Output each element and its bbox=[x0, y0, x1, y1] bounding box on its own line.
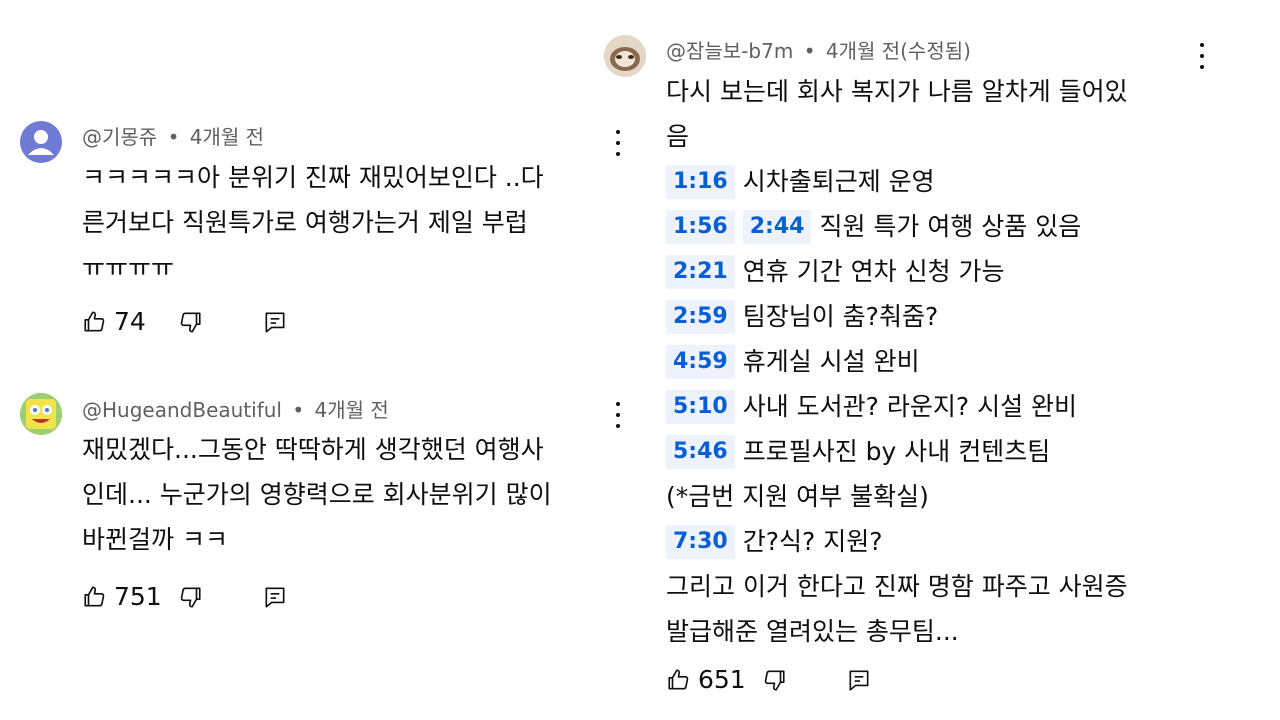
comment-line: ㅠㅠㅠㅠ bbox=[82, 253, 175, 282]
sloth-photo-icon bbox=[604, 35, 646, 77]
timestamp-line: 2:59 팀장님이 춤?춰줌? bbox=[666, 294, 1226, 339]
thumb-down-icon bbox=[764, 670, 785, 691]
timestamp-link[interactable]: 1:56 bbox=[666, 209, 735, 244]
timestamp-text: 휴게실 시설 완비 bbox=[742, 347, 920, 376]
timestamp-link[interactable]: 5:46 bbox=[666, 434, 735, 469]
reply-button[interactable] bbox=[262, 584, 288, 610]
comment-meta: @기몽쥬 • 4개월 전 bbox=[82, 123, 264, 151]
timestamp-link[interactable]: 5:10 bbox=[666, 389, 735, 424]
comment-actions: 74 bbox=[82, 302, 302, 342]
avatar[interactable] bbox=[604, 35, 646, 77]
timestamp-line: 5:10 사내 도서관? 라운지? 시설 완비 bbox=[666, 384, 1226, 429]
comment-time[interactable]: 4개월 전(수정됨) bbox=[826, 39, 971, 63]
timestamp-link[interactable]: 7:30 bbox=[666, 524, 735, 559]
comment-line: (*금번 지원 여부 불확실) bbox=[666, 482, 929, 511]
timestamp-text: 팀장님이 춤?춰줌? bbox=[742, 302, 939, 331]
comment-text: 다시 보는데 회사 복지가 나름 알차게 들어있 음 1:16 시차출퇴근제 운… bbox=[666, 69, 1226, 654]
timestamp-text: 시차출퇴근제 운영 bbox=[742, 167, 935, 196]
dislike-button[interactable] bbox=[177, 309, 203, 335]
comment-line: 다시 보는데 회사 복지가 나름 알차게 들어있 bbox=[666, 77, 1128, 106]
timestamp-line: 5:46 프로필사진 by 사내 컨텐츠팀 bbox=[666, 429, 1226, 474]
timestamp-line: 2:21 연휴 기간 연차 신청 가능 bbox=[666, 249, 1226, 294]
timestamp-text: 연휴 기간 연차 신청 가능 bbox=[742, 257, 1005, 286]
author-handle[interactable]: @잠늘보-b7m bbox=[666, 39, 793, 63]
timestamp-link[interactable]: 4:59 bbox=[666, 344, 735, 379]
meta-separator: • bbox=[803, 39, 816, 63]
timestamp-line: 7:30 간?식? 지원? bbox=[666, 519, 1226, 564]
comment-meta: @HugeandBeautiful • 4개월 전 bbox=[82, 396, 389, 424]
comment-text: 재밌겠다...그동안 딱딱하게 생각했던 여행사 인데... 누군가의 영향력으… bbox=[82, 427, 642, 562]
timestamp-line: 1:56 2:44 직원 특가 여행 상품 있음 bbox=[666, 204, 1226, 249]
comment-time[interactable]: 4개월 전 bbox=[190, 125, 264, 149]
timestamp-text: 직원 특가 여행 상품 있음 bbox=[819, 212, 1082, 241]
meta-separator: • bbox=[167, 125, 180, 149]
like-count: 751 bbox=[114, 582, 162, 611]
comment-line: 바뀐걸까 ㅋㅋ bbox=[82, 525, 228, 554]
avatar[interactable] bbox=[20, 393, 62, 435]
thumb-up-icon bbox=[668, 669, 689, 690]
dislike-button[interactable] bbox=[761, 667, 787, 693]
comment-time[interactable]: 4개월 전 bbox=[315, 398, 389, 422]
like-button[interactable]: 651 bbox=[666, 660, 746, 700]
thumb-up-icon bbox=[84, 586, 105, 607]
reply-icon bbox=[265, 587, 285, 608]
comment-text: ㅋㅋㅋㅋㅋ아 분위기 진짜 재밌어보인다 ..다 른거보다 직원특가로 여행가는… bbox=[82, 155, 642, 290]
comment-line: 른거보다 직원특가로 여행가는거 제일 부럽 bbox=[82, 208, 528, 237]
reply-button[interactable] bbox=[846, 667, 872, 693]
comment-actions: 751 bbox=[82, 577, 302, 617]
timestamp-text: 간?식? 지원? bbox=[742, 527, 883, 556]
reply-icon bbox=[849, 670, 869, 691]
like-count: 651 bbox=[698, 665, 746, 694]
meta-separator: • bbox=[292, 398, 305, 422]
comment-line: 재밌겠다...그동안 딱딱하게 생각했던 여행사 bbox=[82, 435, 544, 464]
timestamp-line: 4:59 휴게실 시설 완비 bbox=[666, 339, 1226, 384]
comment-line: 음 bbox=[666, 122, 690, 151]
sponge-character-icon bbox=[20, 393, 62, 435]
user-silhouette-icon bbox=[28, 130, 54, 155]
reply-button[interactable] bbox=[262, 309, 288, 335]
timestamp-line: 1:16 시차출퇴근제 운영 bbox=[666, 159, 1226, 204]
author-handle[interactable]: @HugeandBeautiful bbox=[82, 398, 282, 422]
comment-line: 그리고 이거 한다고 진짜 명함 파주고 사원증 bbox=[666, 572, 1128, 601]
thumb-up-icon bbox=[84, 311, 105, 332]
thumb-down-icon bbox=[180, 587, 201, 608]
timestamp-text: 프로필사진 by 사내 컨텐츠팀 bbox=[742, 437, 1051, 466]
author-handle[interactable]: @기몽쥬 bbox=[82, 125, 157, 149]
more-vert-icon[interactable] bbox=[612, 402, 624, 428]
reply-icon bbox=[265, 312, 285, 333]
timestamp-link[interactable]: 1:16 bbox=[666, 164, 735, 199]
timestamp-link[interactable]: 2:21 bbox=[666, 254, 735, 289]
comment-actions: 651 bbox=[666, 660, 886, 700]
comment-line: 인데... 누군가의 영향력으로 회사분위기 많이 bbox=[82, 480, 552, 509]
more-vert-icon[interactable] bbox=[612, 130, 624, 156]
comment-line: ㅋㅋㅋㅋㅋ아 분위기 진짜 재밌어보인다 ..다 bbox=[82, 163, 544, 192]
avatar[interactable] bbox=[20, 121, 62, 163]
timestamp-link[interactable]: 2:59 bbox=[666, 299, 735, 334]
comment-meta: @잠늘보-b7m • 4개월 전(수정됨) bbox=[666, 37, 971, 65]
dislike-button[interactable] bbox=[177, 584, 203, 610]
timestamp-text: 사내 도서관? 라운지? 시설 완비 bbox=[742, 392, 1078, 421]
thumb-down-icon bbox=[180, 312, 201, 333]
like-button[interactable]: 751 bbox=[82, 577, 162, 617]
like-button[interactable]: 74 bbox=[82, 302, 146, 342]
timestamp-link[interactable]: 2:44 bbox=[742, 209, 812, 244]
more-vert-icon[interactable] bbox=[1196, 43, 1208, 69]
comment-line: 발급해준 열려있는 총무팀... bbox=[666, 617, 959, 646]
like-count: 74 bbox=[114, 307, 146, 336]
